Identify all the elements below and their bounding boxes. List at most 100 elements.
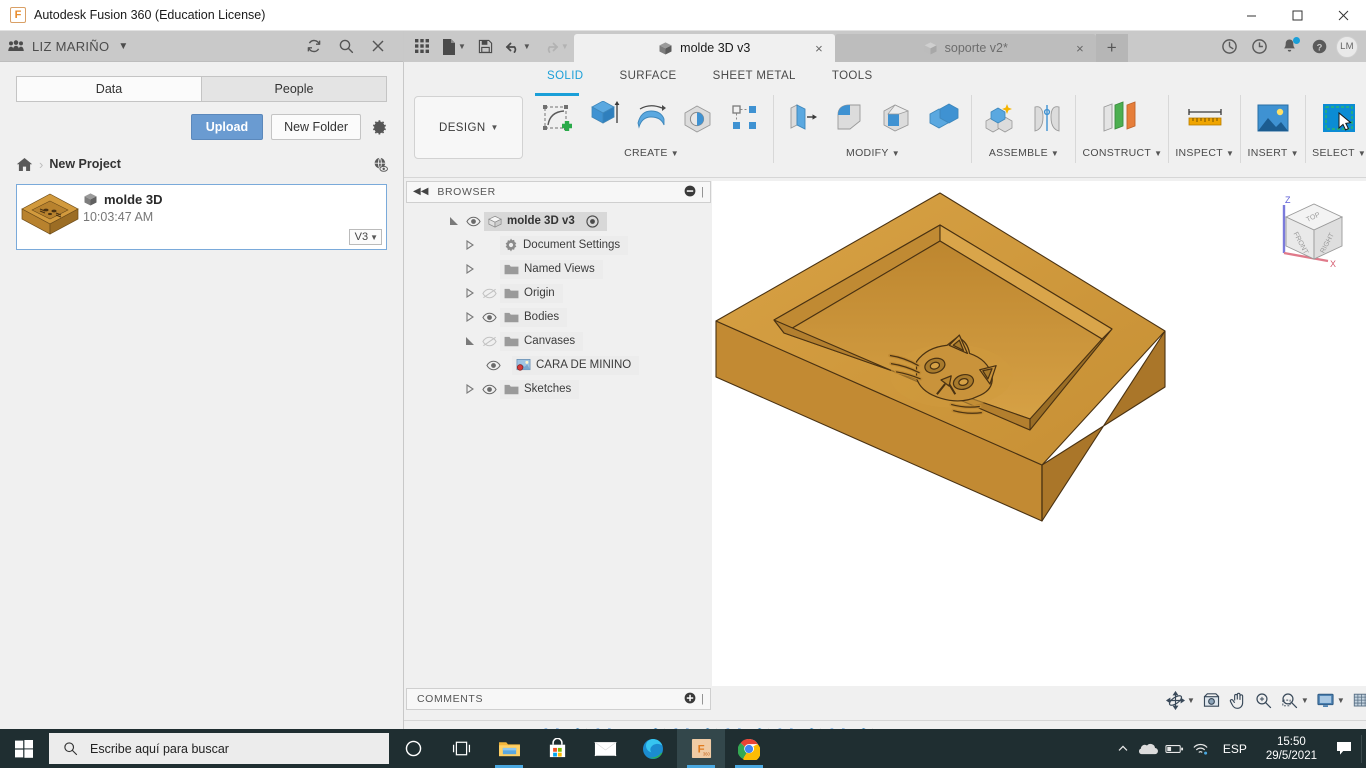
ribbon-group-label-select[interactable]: SELECT ▼: [1312, 147, 1366, 159]
document-tab-molde-3d-v3[interactable]: molde 3D v3 ×: [573, 34, 835, 62]
zoom-window-icon[interactable]: ▼: [1278, 689, 1311, 711]
document-tab-soporte-v2[interactable]: soporte v2* ×: [834, 34, 1096, 62]
grid-apps-icon[interactable]: [410, 34, 435, 60]
tree-node-canvases[interactable]: Canvases: [406, 329, 711, 353]
account-name[interactable]: LIZ MARIÑO: [32, 39, 109, 54]
ribbon-group-label-create[interactable]: CREATE ▼: [624, 147, 679, 159]
tree-node-sketches[interactable]: Sketches: [406, 377, 711, 401]
data-file-card[interactable]: molde 3D 10:03:47 AM V3 ▼: [16, 184, 387, 250]
select-window-icon[interactable]: [1313, 93, 1365, 143]
new-document-tab-button[interactable]: +: [1095, 34, 1128, 62]
maximize-icon[interactable]: [1274, 0, 1320, 31]
pan-icon[interactable]: [1226, 689, 1249, 711]
plus-circle-icon[interactable]: [684, 692, 696, 707]
ribbon-group-label-construct[interactable]: CONSTRUCT ▼: [1082, 147, 1162, 159]
new-component-icon[interactable]: [978, 93, 1022, 143]
minimize-icon[interactable]: [1228, 0, 1274, 31]
wifi-icon[interactable]: [1188, 729, 1214, 768]
resize-handle[interactable]: |: [701, 693, 704, 705]
3d-viewport[interactable]: Z X TOP FRONT RIGHT: [712, 181, 1366, 686]
ribbon-tab-solid[interactable]: SOLID: [529, 62, 602, 89]
close-icon[interactable]: [1320, 0, 1366, 31]
fillet-icon[interactable]: [827, 93, 871, 143]
chevron-down-icon[interactable]: ▼: [1301, 696, 1309, 705]
cortana-icon[interactable]: [389, 729, 437, 768]
tree-node-document-settings[interactable]: Document Settings: [406, 233, 711, 257]
help-icon[interactable]: ?: [1306, 34, 1332, 60]
eye-visible-icon[interactable]: [462, 216, 484, 227]
eye-hidden-icon[interactable]: [478, 288, 500, 299]
ribbon-tab-tools[interactable]: TOOLS: [814, 62, 891, 89]
activate-component-icon[interactable]: [586, 214, 599, 228]
collapsed-arrow-icon[interactable]: [462, 384, 478, 394]
notifications-icon[interactable]: [1276, 34, 1302, 60]
zoom-icon[interactable]: [1252, 689, 1275, 711]
tree-node-named-views[interactable]: Named Views: [406, 257, 711, 281]
collapsed-arrow-icon[interactable]: [462, 240, 478, 250]
mail-icon[interactable]: [581, 729, 629, 768]
show-desktop-button[interactable]: [1361, 734, 1362, 763]
team-icon[interactable]: [8, 40, 24, 52]
combine-icon[interactable]: [921, 93, 965, 143]
upload-button[interactable]: Upload: [190, 114, 264, 140]
ribbon-group-label-assemble[interactable]: ASSEMBLE ▼: [989, 147, 1059, 159]
ribbon-group-label-insert[interactable]: INSERT ▼: [1247, 147, 1298, 159]
gear-icon[interactable]: [369, 117, 389, 137]
measure-icon[interactable]: [1177, 93, 1233, 143]
display-settings-icon[interactable]: ▼: [1314, 689, 1347, 711]
tree-node-origin[interactable]: Origin: [406, 281, 711, 305]
tab-data[interactable]: Data: [16, 76, 201, 102]
file-explorer-icon[interactable]: [485, 729, 533, 768]
tree-node-molde-3d-v3[interactable]: molde 3D v3: [406, 209, 711, 233]
grid-snaps-icon[interactable]: ▼: [1350, 689, 1366, 711]
tree-node-cara-de-minino[interactable]: CARA DE MININO: [406, 353, 711, 377]
comments-panel-header[interactable]: COMMENTS |: [406, 688, 711, 710]
tab-people[interactable]: People: [201, 76, 387, 102]
workspace-switcher[interactable]: DESIGN ▼: [414, 96, 524, 159]
revolve-icon[interactable]: [629, 93, 673, 143]
eye-visible-icon[interactable]: [478, 384, 500, 395]
collapsed-arrow-icon[interactable]: [462, 288, 478, 298]
windows-start-icon[interactable]: [0, 729, 47, 768]
action-center-icon[interactable]: [1327, 729, 1361, 768]
undo-icon[interactable]: ▼: [500, 34, 536, 60]
ribbon-group-label-modify[interactable]: MODIFY ▼: [846, 147, 900, 159]
eye-hidden-icon[interactable]: [478, 336, 500, 347]
refresh-icon[interactable]: [305, 37, 323, 55]
chevron-down-icon[interactable]: ▼: [118, 41, 128, 52]
google-chrome-icon[interactable]: [725, 729, 773, 768]
breadcrumb-project[interactable]: New Project: [49, 157, 121, 171]
look-at-icon[interactable]: [1200, 689, 1223, 711]
close-icon[interactable]: ×: [815, 41, 823, 56]
show-hidden-icons-icon[interactable]: [1110, 729, 1136, 768]
task-view-icon[interactable]: [437, 729, 485, 768]
avatar[interactable]: LM: [1336, 35, 1358, 58]
ribbon-tab-surface[interactable]: SURFACE: [602, 62, 695, 89]
create-sketch-icon[interactable]: [535, 93, 580, 143]
pattern-icon[interactable]: [723, 93, 767, 143]
eye-visible-icon[interactable]: [482, 360, 504, 371]
eye-visible-icon[interactable]: [478, 312, 500, 323]
close-icon[interactable]: ×: [1076, 41, 1084, 56]
microsoft-edge-icon[interactable]: [629, 729, 677, 768]
view-cube[interactable]: Z X TOP FRONT RIGHT: [1270, 191, 1356, 277]
language-indicator[interactable]: ESP: [1214, 742, 1256, 756]
fusion-360-icon[interactable]: F 360: [677, 729, 725, 768]
expanded-arrow-icon[interactable]: [462, 336, 478, 346]
press-pull-icon[interactable]: [780, 93, 824, 143]
resize-handle[interactable]: |: [701, 186, 704, 198]
job-status-icon[interactable]: [1216, 34, 1242, 60]
home-icon[interactable]: [16, 157, 33, 172]
version-badge[interactable]: V3 ▼: [348, 229, 382, 245]
search-icon[interactable]: [337, 37, 355, 55]
onedrive-icon[interactable]: [1136, 729, 1162, 768]
chevron-down-icon[interactable]: ▼: [1337, 696, 1345, 705]
minus-circle-icon[interactable]: [684, 185, 696, 200]
collapsed-arrow-icon[interactable]: [462, 264, 478, 274]
shell-icon[interactable]: [874, 93, 918, 143]
new-file-icon[interactable]: ▼: [437, 34, 471, 60]
collapse-left-icon[interactable]: ◀◀: [413, 187, 428, 197]
clock[interactable]: 15:50 29/5/2021: [1256, 735, 1327, 763]
extrude-icon[interactable]: [582, 93, 626, 143]
recent-icon[interactable]: [1246, 34, 1272, 60]
